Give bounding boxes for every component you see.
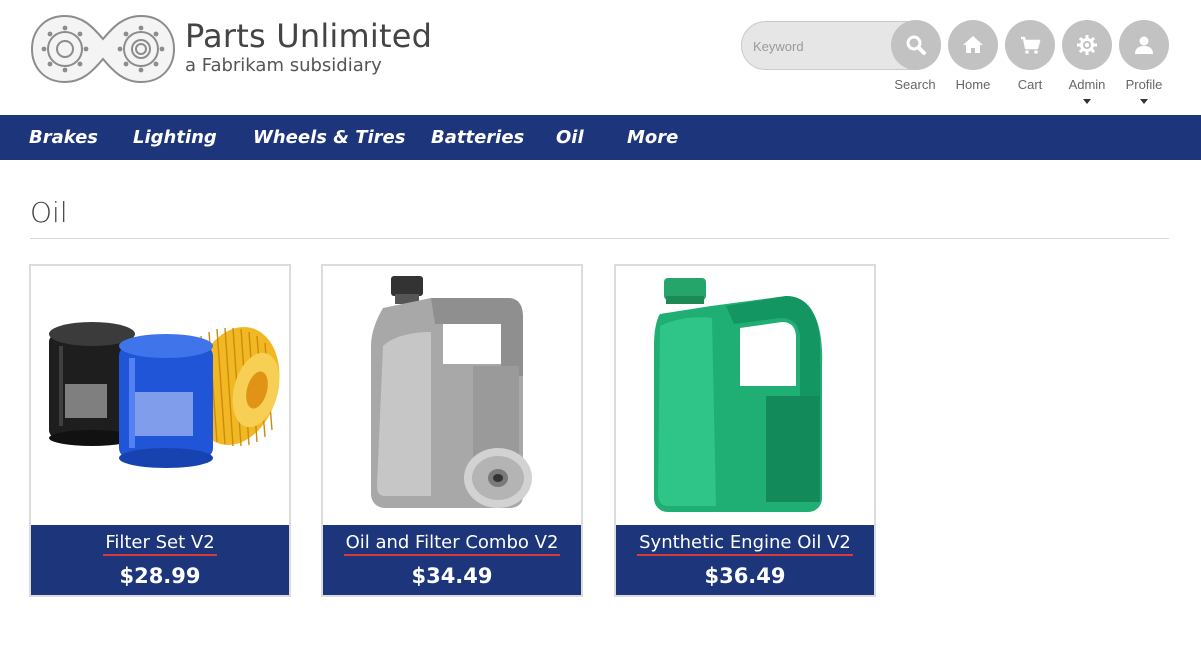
- product-name-text[interactable]: Oil and Filter Combo V2: [343, 532, 561, 556]
- product-info: Synthetic Engine Oil V2 $36.49: [616, 525, 874, 595]
- site-header: Parts Unlimited a Fabrikam subsidiary Se…: [0, 0, 1201, 115]
- search-icon: [906, 35, 926, 55]
- product-card[interactable]: Filter Set V2 $28.99: [29, 264, 291, 597]
- product-info: Filter Set V2 $28.99: [31, 525, 289, 595]
- brand-title: Parts Unlimited: [185, 17, 433, 55]
- profile-label: Profile: [1125, 77, 1163, 92]
- product-card[interactable]: Synthetic Engine Oil V2 $36.49: [614, 264, 876, 597]
- product-name-text[interactable]: Synthetic Engine Oil V2: [637, 532, 853, 556]
- gear-icon: [1077, 35, 1097, 55]
- cart-button[interactable]: [1005, 20, 1055, 70]
- product-price: $28.99: [119, 564, 201, 588]
- home-button[interactable]: [948, 20, 998, 70]
- admin-label: Admin: [1068, 77, 1106, 92]
- product-name[interactable]: Synthetic Engine Oil V2: [616, 532, 874, 556]
- category-brakes[interactable]: Brakes: [29, 115, 98, 160]
- product-price: $34.49: [411, 564, 493, 588]
- brand-subtitle: a Fabrikam subsidiary: [185, 55, 382, 76]
- search-label: Search: [894, 77, 936, 92]
- green-oil-jug-image[interactable]: [616, 266, 874, 525]
- admin-button[interactable]: [1062, 20, 1112, 70]
- cart-icon: [1021, 36, 1041, 54]
- profile-button[interactable]: [1119, 20, 1169, 70]
- oil-filter-set-image[interactable]: [31, 266, 289, 525]
- product-price: $36.49: [704, 564, 786, 588]
- profile-dropdown-caret-icon[interactable]: [1140, 99, 1148, 104]
- parts-unlimited-logo-icon[interactable]: [30, 14, 176, 84]
- category-batteries[interactable]: Batteries: [431, 115, 524, 160]
- product-name-text[interactable]: Filter Set V2: [103, 532, 217, 556]
- category-more[interactable]: More: [627, 115, 678, 160]
- search-button[interactable]: [891, 20, 941, 70]
- cart-label: Cart: [1017, 77, 1043, 92]
- product-info: Oil and Filter Combo V2 $34.49: [323, 525, 581, 595]
- page-title: Oil: [30, 196, 68, 229]
- oil-jug-with-filter-image[interactable]: [323, 266, 581, 525]
- category-nav: Brakes Lighting Wheels & Tires Batteries…: [0, 115, 1201, 160]
- search-input[interactable]: [753, 36, 883, 56]
- home-icon: [963, 36, 983, 53]
- product-name[interactable]: Oil and Filter Combo V2: [323, 532, 581, 556]
- category-wheels-tires[interactable]: Wheels & Tires: [253, 115, 405, 160]
- category-oil[interactable]: Oil: [556, 115, 584, 160]
- product-name[interactable]: Filter Set V2: [31, 532, 289, 556]
- user-icon: [1135, 36, 1153, 54]
- category-lighting[interactable]: Lighting: [133, 115, 217, 160]
- admin-dropdown-caret-icon[interactable]: [1083, 99, 1091, 104]
- product-card[interactable]: Oil and Filter Combo V2 $34.49: [321, 264, 583, 597]
- home-label: Home: [955, 77, 991, 92]
- brand-block[interactable]: Parts Unlimited a Fabrikam subsidiary: [185, 16, 432, 77]
- title-divider: [30, 238, 1169, 239]
